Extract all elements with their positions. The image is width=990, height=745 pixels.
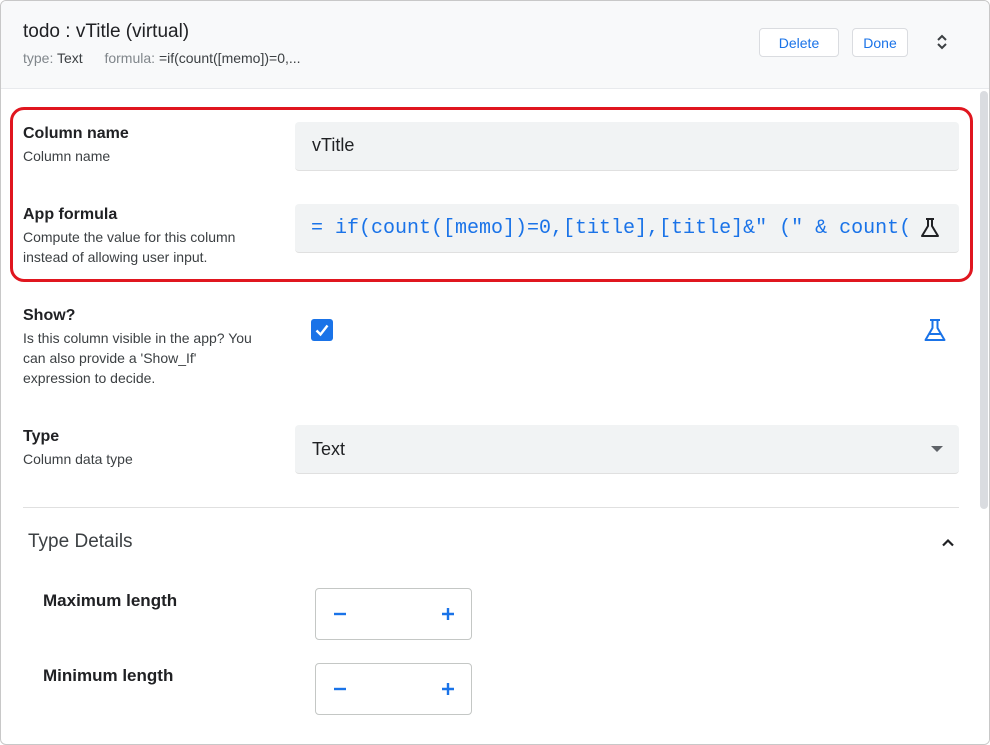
dialog-header: todo : vTitle (virtual) type: Text formu…: [1, 1, 989, 89]
dropdown-arrow-icon: [931, 446, 943, 452]
min-length-label: Minimum length: [43, 666, 174, 685]
formula-meta-label: formula:: [104, 50, 156, 66]
type-label: Type: [23, 428, 60, 445]
scrollbar[interactable]: [977, 89, 989, 744]
type-meta-value: Text: [57, 50, 83, 66]
max-length-stepper[interactable]: [315, 588, 472, 640]
scroll-thumb[interactable]: [980, 91, 988, 509]
plus-icon[interactable]: [438, 601, 458, 627]
min-length-stepper[interactable]: [315, 663, 472, 715]
page-title: todo : vTitle (virtual): [23, 21, 190, 42]
type-details-title: Type Details: [28, 531, 133, 552]
chevron-up-icon[interactable]: [937, 532, 959, 554]
max-length-label: Maximum length: [43, 591, 178, 610]
minus-icon[interactable]: [330, 676, 350, 702]
minus-icon[interactable]: [330, 601, 350, 627]
done-button[interactable]: Done: [852, 28, 908, 57]
type-select-value: Text: [312, 439, 346, 459]
show-checkbox[interactable]: [311, 319, 333, 341]
type-meta-label: type:: [23, 50, 54, 66]
type-select[interactable]: Text: [295, 425, 959, 474]
check-icon: [315, 324, 329, 337]
unfold-icon[interactable]: [929, 29, 955, 55]
delete-button[interactable]: Delete: [759, 28, 839, 57]
type-description: Column data type: [23, 451, 133, 467]
highlight-box: [10, 107, 973, 282]
column-summary: type: Text formula: =if(count([memo])=0,…: [23, 50, 301, 66]
plus-icon[interactable]: [438, 676, 458, 702]
section-divider: [23, 507, 959, 508]
show-if-flask-icon[interactable]: [922, 317, 948, 343]
show-description: Is this column visible in the app? You c…: [23, 330, 252, 386]
column-editor-dialog: todo : vTitle (virtual) type: Text formu…: [0, 0, 990, 745]
formula-meta-value: =if(count([memo])=0,...: [158, 50, 301, 66]
show-label: Show?: [23, 307, 76, 324]
